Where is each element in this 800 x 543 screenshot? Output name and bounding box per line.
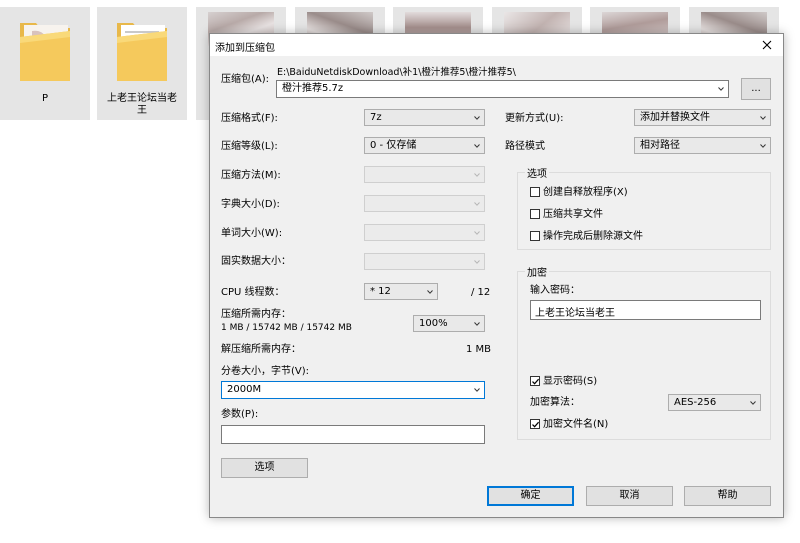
cpu-total: / 12	[471, 287, 491, 298]
path-mode-label: 路径模式	[505, 141, 545, 152]
folder-icon	[117, 23, 167, 81]
chevron-down-icon	[474, 388, 480, 392]
encryption-group: 加密 输入密码： 上老王论坛当老王 显示密码(S) 加密算法： AES-256 …	[517, 264, 771, 440]
sfx-checkbox[interactable]: 创建自释放程序(X)	[530, 187, 628, 199]
method-label: 压缩方法(M):	[221, 170, 281, 181]
chevron-down-icon	[474, 116, 480, 120]
delete-after-checkbox[interactable]: 操作完成后删除源文件	[530, 231, 643, 243]
split-size-value: 2000M	[227, 384, 262, 395]
update-mode-value: 添加并替换文件	[640, 112, 710, 123]
split-size-combobox[interactable]: 2000M	[221, 381, 485, 399]
mem-percent-select[interactable]: 100%	[413, 315, 485, 332]
checkbox-box	[530, 209, 540, 219]
checkbox-box	[530, 419, 540, 429]
params-label: 参数(P):	[221, 409, 259, 420]
chevron-down-icon	[474, 231, 480, 235]
encryption-algo-select[interactable]: AES-256	[668, 394, 761, 411]
params-input[interactable]	[221, 425, 485, 444]
checkmark-icon	[532, 421, 540, 428]
chevron-down-icon	[760, 144, 766, 148]
encrypt-names-label: 加密文件名(N)	[543, 419, 609, 430]
format-label: 压缩格式(F):	[221, 113, 278, 124]
word-select	[364, 224, 485, 241]
mem-compress-label: 压缩所需内存：	[221, 309, 291, 320]
add-to-archive-dialog: 添加到压缩包 压缩包(A): E:\BaiduNetdiskDownload\补…	[209, 33, 784, 518]
chevron-down-icon	[474, 322, 480, 326]
show-password-label: 显示密码(S)	[543, 376, 598, 387]
encryption-algo-value: AES-256	[674, 397, 717, 408]
level-value: 0 - 仅存储	[370, 140, 417, 151]
dict-select	[364, 195, 485, 212]
folder-icon	[20, 23, 70, 81]
close-icon	[762, 40, 772, 49]
format-select[interactable]: 7z	[364, 109, 485, 126]
archive-name-value: 橙汁推荐5.7z	[282, 83, 344, 94]
chevron-down-icon	[474, 144, 480, 148]
checkbox-box	[530, 231, 540, 241]
level-select[interactable]: 0 - 仅存储	[364, 137, 485, 154]
chevron-down-icon	[718, 87, 724, 91]
chevron-down-icon	[474, 260, 480, 264]
path-mode-select[interactable]: 相对路径	[634, 137, 771, 154]
split-label: 分卷大小，字节(V):	[221, 366, 310, 377]
password-label: 输入密码：	[530, 285, 580, 296]
archive-label: 压缩包(A):	[221, 74, 270, 85]
ok-button[interactable]: 确定	[487, 486, 574, 506]
path-mode-value: 相对路径	[640, 140, 680, 151]
folder-tile-p[interactable]: P	[0, 7, 90, 120]
options-group: 选项 创建自释放程序(X) 压缩共享文件 操作完成后删除源文件	[517, 165, 771, 250]
checkmark-icon	[532, 378, 540, 385]
chevron-down-icon	[474, 202, 480, 206]
encryption-group-title: 加密	[525, 264, 549, 279]
word-label: 单词大小(W):	[221, 228, 283, 239]
mem-decompress-value: 1 MB	[466, 344, 492, 355]
show-password-checkbox[interactable]: 显示密码(S)	[530, 376, 597, 388]
algo-label: 加密算法：	[530, 397, 580, 408]
method-select	[364, 166, 485, 183]
level-label: 压缩等级(L):	[221, 141, 278, 152]
update-label: 更新方式(U):	[505, 113, 564, 124]
archive-path: E:\BaiduNetdiskDownload\补1\橙汁推荐5\橙汁推荐5\	[277, 67, 516, 78]
chevron-down-icon	[760, 116, 766, 120]
solid-select	[364, 253, 485, 270]
shared-files-checkbox[interactable]: 压缩共享文件	[530, 209, 603, 221]
delete-after-label: 操作完成后删除源文件	[543, 231, 643, 242]
cpu-label: CPU 线程数：	[221, 287, 285, 298]
browse-button[interactable]: ...	[741, 78, 771, 100]
dialog-title: 添加到压缩包	[215, 43, 275, 54]
mem-decompress-label: 解压缩所需内存：	[221, 344, 301, 355]
chevron-down-icon	[427, 290, 433, 294]
mem-compress-detail: 1 MB / 15742 MB / 15742 MB	[221, 323, 352, 333]
close-button[interactable]	[751, 34, 783, 56]
sfx-label: 创建自释放程序(X)	[543, 187, 628, 198]
cpu-threads-select[interactable]: * 12	[364, 283, 438, 300]
cpu-threads-value: * 12	[370, 286, 391, 297]
shared-files-label: 压缩共享文件	[543, 209, 603, 220]
folder-label: P	[41, 93, 49, 104]
chevron-down-icon	[750, 401, 756, 405]
encrypt-names-checkbox[interactable]: 加密文件名(N)	[530, 419, 608, 431]
dict-label: 字典大小(D):	[221, 199, 280, 210]
mem-percent-value: 100%	[419, 318, 448, 329]
chevron-down-icon	[474, 173, 480, 177]
title-bar: 添加到压缩包	[210, 34, 783, 56]
checkbox-box	[530, 376, 540, 386]
solid-label: 固实数据大小：	[221, 256, 291, 267]
password-input[interactable]: 上老王论坛当老王	[530, 300, 761, 320]
cancel-button[interactable]: 取消	[586, 486, 673, 506]
format-value: 7z	[370, 112, 382, 123]
checkbox-box	[530, 187, 540, 197]
options-button[interactable]: 选项	[221, 458, 308, 478]
update-mode-select[interactable]: 添加并替换文件	[634, 109, 771, 126]
options-group-title: 选项	[525, 165, 549, 180]
archive-name-combobox[interactable]: 橙汁推荐5.7z	[276, 80, 729, 98]
folder-label: 上老王论坛当老 王	[107, 93, 177, 116]
folder-tile-lwlt[interactable]: 上老王论坛当老 王	[97, 7, 187, 120]
help-button[interactable]: 帮助	[684, 486, 771, 506]
